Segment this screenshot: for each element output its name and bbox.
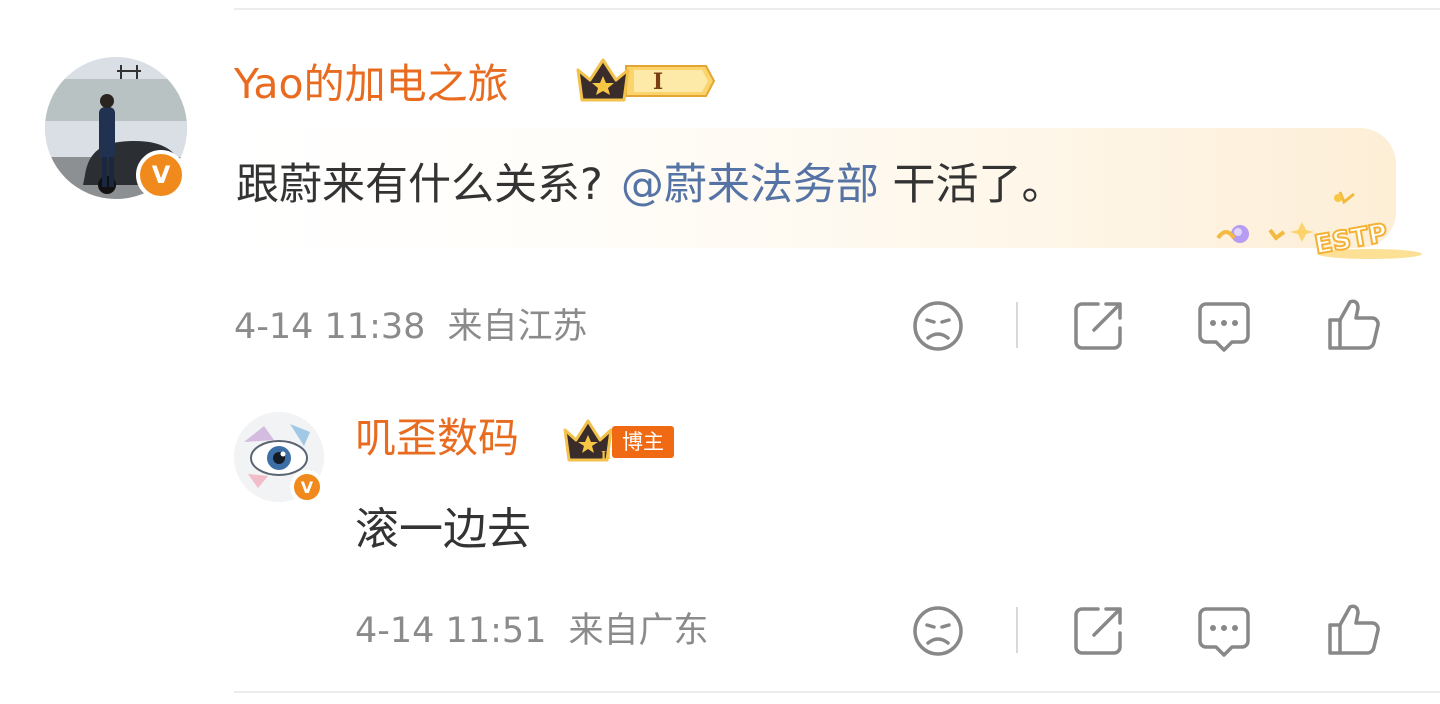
comment-text-before: 跟蔚来有什么关系? <box>236 160 603 210</box>
top-divider <box>234 8 1440 10</box>
mention-link[interactable]: @蔚来法务部 <box>621 160 879 210</box>
comment-meta: 4-14 11:51 来自广东 <box>355 609 708 653</box>
action-separator <box>1016 302 1018 348</box>
comment-text: 滚一边去 <box>355 504 531 555</box>
verified-v-icon: V <box>136 150 186 200</box>
username[interactable]: Yao的加电之旅 <box>234 59 509 109</box>
comment-time: 4-14 11:38 <box>234 307 426 347</box>
comment-meta: 4-14 11:38 来自江苏 <box>234 305 587 349</box>
comment-location: 来自广东 <box>568 611 709 651</box>
bottom-divider <box>234 691 1440 693</box>
sad-face-icon[interactable] <box>910 603 966 659</box>
verified-v-icon: V <box>290 470 324 504</box>
level-label: II <box>601 449 611 462</box>
comment-text-after: 干活了。 <box>878 160 1065 210</box>
thumbs-up-icon[interactable] <box>1326 296 1382 352</box>
blogger-tag: 博主 <box>612 426 674 458</box>
level-label: I <box>653 69 663 95</box>
share-icon[interactable] <box>1070 298 1126 354</box>
thumbs-up-icon[interactable] <box>1326 601 1382 657</box>
comment-location: 来自江苏 <box>447 307 588 347</box>
crown-icon: I <box>576 58 716 102</box>
share-icon[interactable] <box>1070 603 1126 659</box>
estp-personality-decoration-icon: ESTP <box>1216 191 1422 262</box>
comment-icon[interactable] <box>1196 603 1252 659</box>
comment-icon[interactable] <box>1196 298 1252 354</box>
comment-time: 4-14 11:51 <box>355 611 547 651</box>
action-separator <box>1016 607 1018 653</box>
sad-face-icon[interactable] <box>910 298 966 354</box>
comment-text: 跟蔚来有什么关系? @蔚来法务部 干活了。 <box>236 155 1065 215</box>
username[interactable]: 叽歪数码 <box>355 413 519 463</box>
